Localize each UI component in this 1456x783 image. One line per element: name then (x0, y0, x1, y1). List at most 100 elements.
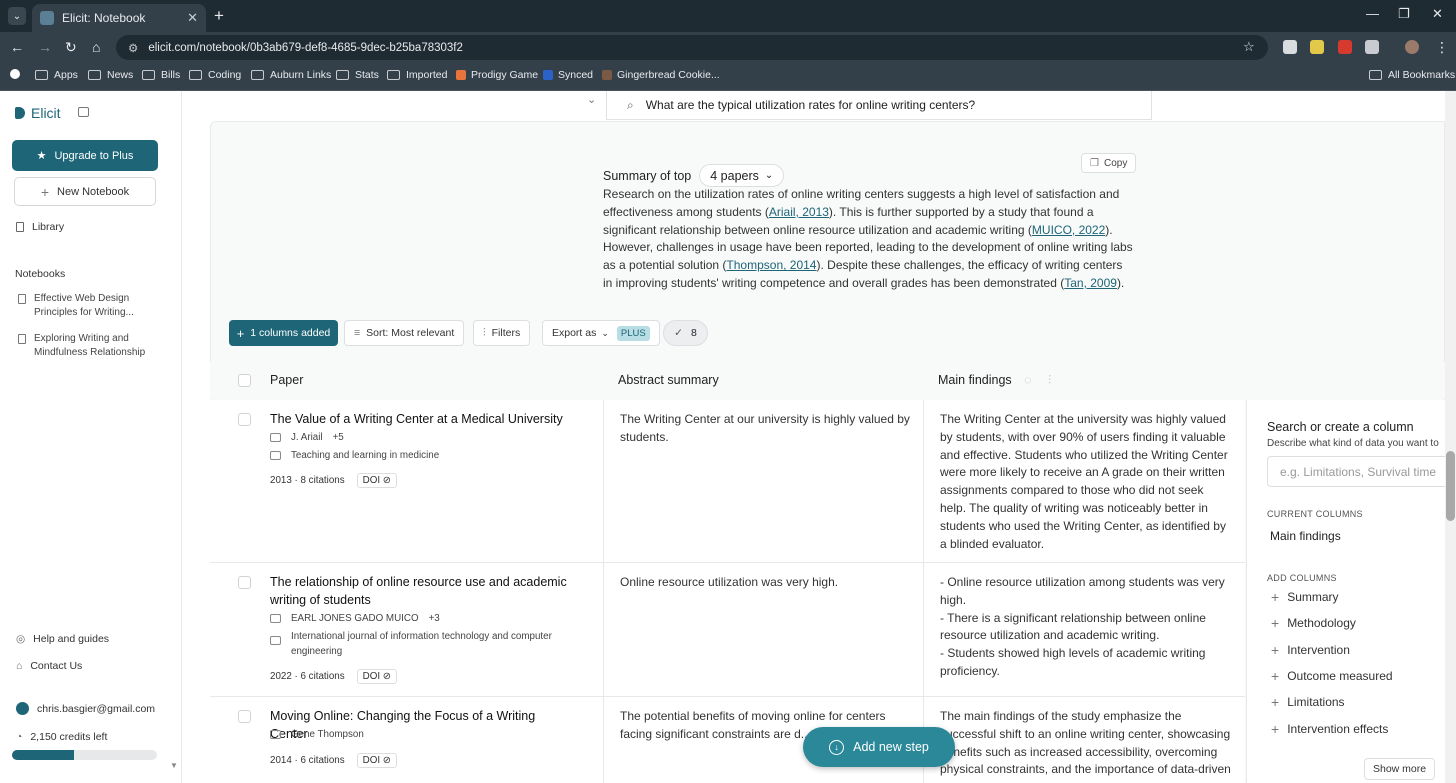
abstract-cell: Online resource utilization was very hig… (604, 563, 924, 696)
folder-icon (142, 70, 155, 80)
link-icon: ⊘ (382, 755, 391, 766)
notebook-item[interactable]: Exploring Writing and Mindfulness Relati… (18, 332, 168, 359)
journal-icon (270, 451, 281, 460)
add-column-summary[interactable]: + Summary (1271, 590, 1339, 604)
extension-pdf-icon[interactable] (1338, 40, 1352, 54)
add-column-outcome-measured[interactable]: + Outcome measured (1271, 669, 1393, 683)
bookmark-stats[interactable]: Stats (336, 69, 379, 81)
home-icon[interactable]: ⌂ (92, 39, 100, 55)
show-more-button[interactable]: Show more (1364, 758, 1436, 780)
bookmark-auburn-links[interactable]: Auburn Links (251, 69, 331, 81)
reload-icon[interactable]: ↻ (65, 39, 77, 56)
add-new-step-button[interactable]: ↓ Add new step (803, 727, 955, 767)
collapse-sidebar-icon[interactable] (78, 107, 89, 117)
contact-link[interactable]: ⌂ Contact Us (16, 660, 82, 672)
abstract-text: The Writing Center at our university is … (620, 412, 910, 444)
paper-cell: Moving Online: Changing the Focus of a W… (210, 697, 604, 783)
bookmark-star-icon[interactable]: ☆ (1243, 39, 1255, 55)
arrow-down-circle-icon: ↓ (829, 739, 845, 755)
site-settings-icon[interactable]: ⚙ (128, 41, 138, 55)
help-link[interactable]: ◎ Help and guides (16, 633, 109, 645)
doi-link[interactable]: DOI ⊘ (356, 669, 397, 684)
extensions-puzzle-icon[interactable] (1365, 40, 1379, 54)
citation-link[interactable]: Thompson, 2014 (726, 258, 816, 272)
table-row: The Value of a Writing Center at a Medic… (210, 400, 1245, 563)
paper-title[interactable]: The Value of a Writing Center at a Medic… (270, 411, 570, 429)
column-settings-icon[interactable]: ⫶ (1048, 373, 1051, 388)
results-table: The Value of a Writing Center at a Medic… (210, 400, 1245, 783)
row-checkbox[interactable] (238, 576, 251, 589)
plus-icon: + (1271, 668, 1280, 684)
new-notebook-button[interactable]: + New Notebook (14, 177, 156, 206)
filters-button[interactable]: ⫶ Filters (473, 320, 531, 346)
column-search-input[interactable]: e.g. Limitations, Survival time (1267, 456, 1445, 487)
bookmark-gingerbread[interactable]: Gingerbread Cookie... (602, 69, 720, 81)
export-button[interactable]: Export as ⌄ PLUS (542, 320, 660, 346)
close-tab-icon[interactable]: ✕ (187, 10, 198, 26)
scroll-down-icon[interactable]: ▼ (170, 761, 178, 770)
elicit-logo[interactable]: Elicit (15, 105, 61, 121)
citation-link[interactable]: Tan, 2009 (1064, 276, 1117, 290)
minimize-icon[interactable]: — (1366, 6, 1379, 21)
doi-link[interactable]: DOI ⊘ (356, 473, 397, 488)
papers-count-select[interactable]: 4 papers ⌄ (699, 164, 785, 187)
tab-search-chevron-icon[interactable]: ⌄ (8, 7, 26, 25)
search-icon: ⌕ (627, 97, 634, 112)
user-account[interactable]: chris.basgier@gmail.com (16, 702, 155, 715)
query-bar[interactable]: ⌕ What are the typical utilization rates… (606, 91, 1152, 120)
journal-icon (270, 636, 281, 645)
upgrade-button[interactable]: ★ Upgrade to Plus (12, 140, 158, 171)
paper-authors: Gene Thompson (270, 728, 364, 743)
google-icon[interactable] (10, 69, 25, 79)
extension-doc-icon[interactable] (1283, 40, 1297, 54)
add-column-methodology[interactable]: + Methodology (1271, 616, 1356, 630)
bookmark-news[interactable]: News (88, 69, 133, 81)
add-column-intervention-effects[interactable]: + Intervention effects (1271, 722, 1388, 736)
row-checkbox[interactable] (238, 413, 251, 426)
copy-icon: ❐ (1090, 157, 1099, 169)
new-tab-icon[interactable]: + (214, 6, 224, 26)
notebook-item[interactable]: Effective Web Design Principles for Writ… (18, 292, 168, 319)
back-icon[interactable]: ← (10, 39, 24, 55)
plus-icon: + (1271, 694, 1280, 710)
sidebar-item-library[interactable]: Library (16, 221, 64, 233)
bookmark-prodigy-game[interactable]: Prodigy Game (456, 69, 538, 81)
selected-count-button[interactable]: ✓ 8 (663, 320, 708, 346)
bookmark-coding[interactable]: Coding (189, 69, 241, 81)
browser-menu-icon[interactable]: ⋮ (1435, 39, 1449, 56)
forward-icon[interactable]: → (38, 39, 52, 55)
row-checkbox[interactable] (238, 710, 251, 723)
link-icon: ⊘ (382, 475, 391, 486)
scrollbar-thumb[interactable] (1446, 451, 1455, 521)
page-scrollbar[interactable] (1445, 91, 1456, 783)
url-field[interactable]: ⚙ elicit.com/notebook/0b3ab679-def8-4685… (116, 35, 1268, 60)
tab-title: Elicit: Notebook (62, 11, 146, 25)
bookmark-bills[interactable]: Bills (142, 69, 180, 81)
sort-button[interactable]: ≡ Sort: Most relevant (344, 320, 465, 346)
notebooks-heading: Notebooks (15, 268, 66, 280)
citation-link[interactable]: Ariail, 2013 (769, 205, 829, 219)
extension-note-icon[interactable] (1310, 40, 1324, 54)
add-column-intervention[interactable]: + Intervention (1271, 643, 1350, 657)
refresh-icon[interactable]: ◌ (1024, 373, 1031, 387)
folder-icon (336, 70, 349, 80)
all-bookmarks[interactable]: All Bookmarks (1369, 69, 1455, 81)
columns-added-button[interactable]: + 1 columns added (229, 320, 338, 346)
box-icon (543, 70, 553, 80)
bookmark-synced[interactable]: Synced (543, 69, 593, 81)
add-column-limitations[interactable]: + Limitations (1271, 695, 1345, 709)
restore-icon[interactable]: ❐ (1398, 6, 1410, 22)
browser-tab[interactable]: Elicit: Notebook ✕ (32, 4, 206, 32)
close-window-icon[interactable]: ✕ (1432, 6, 1443, 22)
profile-avatar-icon[interactable] (1405, 40, 1419, 54)
bookmark-apps[interactable]: Apps (35, 69, 78, 81)
copy-button[interactable]: ❐ Copy (1081, 153, 1137, 173)
current-column-item[interactable]: Main findings (1270, 529, 1341, 543)
findings-text: - Online resource utilization among stud… (940, 575, 1225, 678)
select-all-checkbox[interactable] (238, 374, 251, 387)
bookmark-imported[interactable]: Imported (387, 69, 447, 81)
paper-title[interactable]: The relationship of online resource use … (270, 574, 570, 609)
citation-link[interactable]: MUICO, 2022 (1032, 223, 1105, 237)
chevron-down-icon[interactable]: ⌄ (587, 93, 596, 106)
doi-link[interactable]: DOI ⊘ (356, 753, 397, 768)
